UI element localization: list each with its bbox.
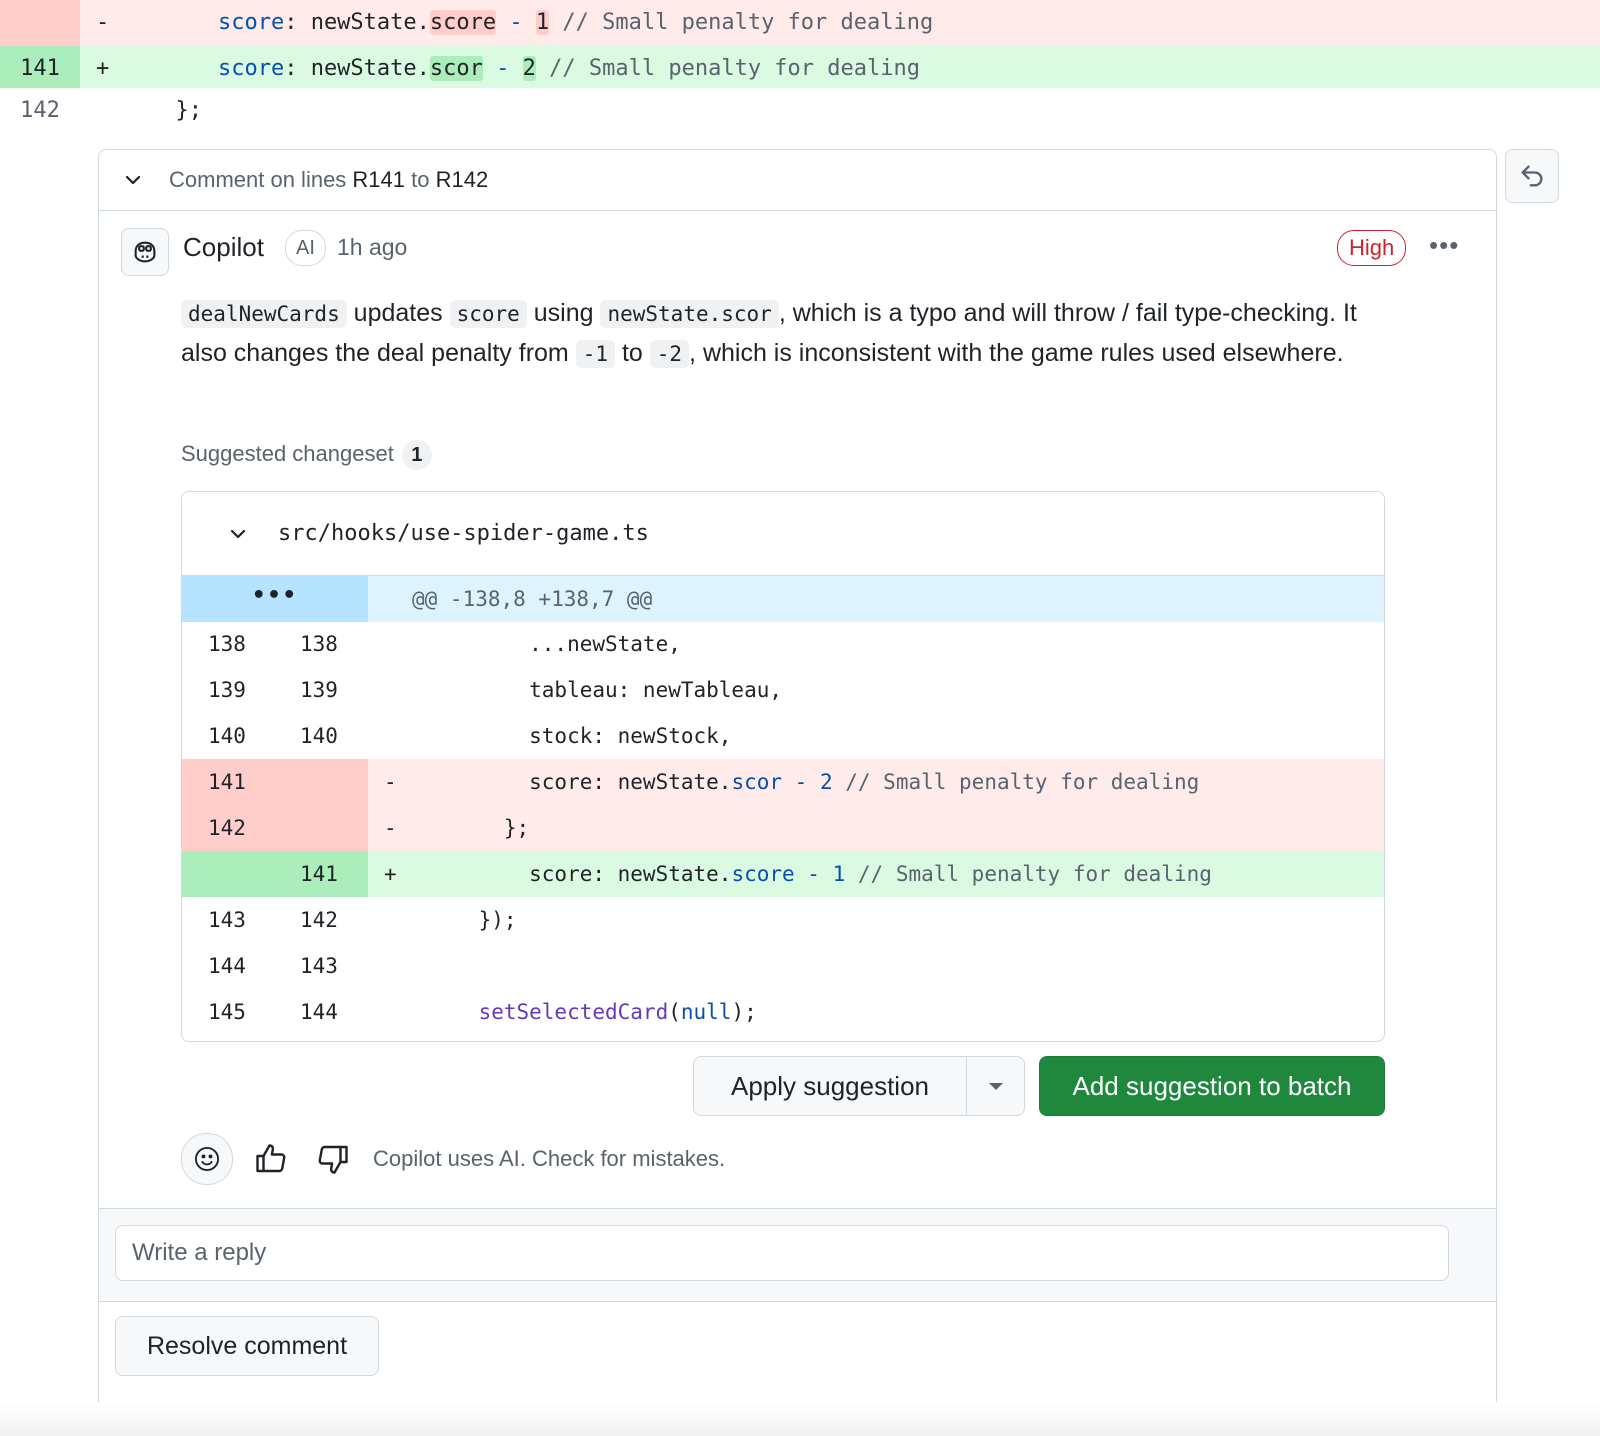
diff-line-added: 141 + score: newState.scor - 2 // Small … xyxy=(0,46,1600,92)
diff-sign: - xyxy=(384,816,397,840)
avatar[interactable] xyxy=(121,228,169,276)
triangle-down-icon xyxy=(989,1083,1003,1090)
diff-row: 138 138 ...newState, xyxy=(182,621,1384,667)
more-options-icon[interactable]: ••• xyxy=(1429,232,1469,262)
thumbs-up-icon[interactable] xyxy=(253,1141,289,1177)
code-line: tableau: newTableau, xyxy=(428,678,783,702)
line-number[interactable]: 142 xyxy=(0,88,80,134)
inline-code: dealNewCards xyxy=(181,300,347,328)
comment-header[interactable]: Comment on lines R141 to R142 xyxy=(99,150,1496,211)
old-line-number: 138 xyxy=(208,632,246,656)
resolve-comment-button[interactable]: Resolve comment xyxy=(115,1316,379,1376)
code-line: score: newState.score - 1 // Small penal… xyxy=(428,862,1212,886)
diff-sign: - xyxy=(384,770,397,794)
code-line: score: newState.scor - 2 // Small penalt… xyxy=(217,56,920,81)
review-comment-card: Comment on lines R141 to R142 Copilot AI… xyxy=(98,149,1497,1417)
reply-area xyxy=(99,1208,1496,1302)
diff-row: 145 144 setSelectedCard(null); xyxy=(182,989,1384,1035)
diff-sign: - xyxy=(96,10,110,35)
new-line-number: 143 xyxy=(300,954,338,978)
suggestion-diff: src/hooks/use-spider-game.ts ••• @@ -138… xyxy=(181,491,1385,1042)
ai-disclaimer: Copilot uses AI. Check for mistakes. xyxy=(373,1146,726,1171)
undo-icon xyxy=(1521,165,1543,187)
code-line: stock: newStock, xyxy=(428,724,732,748)
new-line-number: 140 xyxy=(300,724,338,748)
old-line-number: 143 xyxy=(208,908,246,932)
suggestion-file-header[interactable]: src/hooks/use-spider-game.ts xyxy=(182,492,1384,575)
code-line: setSelectedCard(null); xyxy=(428,1000,757,1024)
apply-options-dropdown[interactable] xyxy=(967,1057,1024,1115)
diff-line-deleted: - score: newState.score - 1 // Small pen… xyxy=(0,0,1600,46)
diff-row: 140 140 stock: newStock, xyxy=(182,713,1384,759)
smiley-icon xyxy=(194,1146,220,1172)
chevron-down-icon[interactable] xyxy=(226,522,250,546)
code-line: ...newState, xyxy=(428,632,681,656)
suggested-changeset-label: Suggested changeset 1 xyxy=(181,440,432,470)
inline-code: score xyxy=(449,300,527,328)
old-line-number: 140 xyxy=(208,724,246,748)
line-number[interactable] xyxy=(0,0,80,46)
inline-code: newState.scor xyxy=(600,300,779,328)
add-reaction-button[interactable] xyxy=(181,1133,233,1185)
undo-button[interactable] xyxy=(1505,149,1559,203)
hunk-header-text: @@ -138,8 +138,7 @@ xyxy=(412,587,653,611)
new-line-number: 141 xyxy=(300,862,338,886)
code-line: score: newState.score - 1 // Small penal… xyxy=(217,10,934,35)
new-line-number: 144 xyxy=(300,1000,338,1024)
diff-row: 139 139 tableau: newTableau, xyxy=(182,667,1384,713)
new-line-number: 138 xyxy=(300,632,338,656)
code-line: }); xyxy=(428,908,517,932)
new-line-number: 142 xyxy=(300,908,338,932)
old-line-number: 141 xyxy=(208,770,246,794)
diff-row: 144 143 xyxy=(182,943,1384,989)
line-number[interactable]: 141 xyxy=(0,46,80,92)
code-line: }; xyxy=(96,98,202,123)
hunk-header: ••• @@ -138,8 +138,7 @@ xyxy=(182,575,1384,622)
old-line-number: 145 xyxy=(208,1000,246,1024)
ai-badge: AI xyxy=(285,230,326,266)
diff-sign: + xyxy=(96,56,110,81)
comment-author[interactable]: Copilot xyxy=(183,232,264,263)
changeset-count-badge: 1 xyxy=(401,440,432,470)
reply-input[interactable] xyxy=(115,1225,1449,1281)
apply-suggestion-button[interactable]: Apply suggestion xyxy=(694,1057,967,1115)
old-line-number: 144 xyxy=(208,954,246,978)
code-line: score: newState.scor - 2 // Small penalt… xyxy=(428,770,1200,794)
apply-suggestion-group: Apply suggestion xyxy=(693,1056,1025,1116)
expand-lines-button[interactable]: ••• xyxy=(182,576,368,622)
diff-row-deleted: 141 - score: newState.scor - 2 // Small … xyxy=(182,759,1384,805)
diff-line-context: 142 }; xyxy=(0,88,1600,134)
inline-code: -2 xyxy=(649,340,690,368)
comment-body: dealNewCards updates score using newStat… xyxy=(181,299,1357,368)
thumbs-down-icon[interactable] xyxy=(315,1141,351,1177)
diff-row-deleted: 142 - }; xyxy=(182,805,1384,851)
code-line: }; xyxy=(428,816,530,840)
comment-range-title: Comment on lines R141 to R142 xyxy=(169,167,489,192)
old-line-number: 142 xyxy=(208,816,246,840)
diff-row-added: 141 + score: newState.score - 1 // Small… xyxy=(182,851,1384,897)
file-path[interactable]: src/hooks/use-spider-game.ts xyxy=(278,492,649,575)
inline-code: -1 xyxy=(575,340,615,368)
diff-sign: + xyxy=(384,862,397,886)
page-bottom-edge xyxy=(0,1402,1600,1436)
old-line-number: 139 xyxy=(208,678,246,702)
chevron-down-icon[interactable] xyxy=(121,168,145,192)
severity-badge: High xyxy=(1337,230,1407,266)
diff-row: 143 142 }); xyxy=(182,897,1384,943)
new-line-number: 139 xyxy=(300,678,338,702)
copilot-icon xyxy=(134,241,156,263)
comment-timestamp[interactable]: 1h ago xyxy=(337,234,407,261)
add-to-batch-button[interactable]: Add suggestion to batch xyxy=(1039,1056,1385,1116)
